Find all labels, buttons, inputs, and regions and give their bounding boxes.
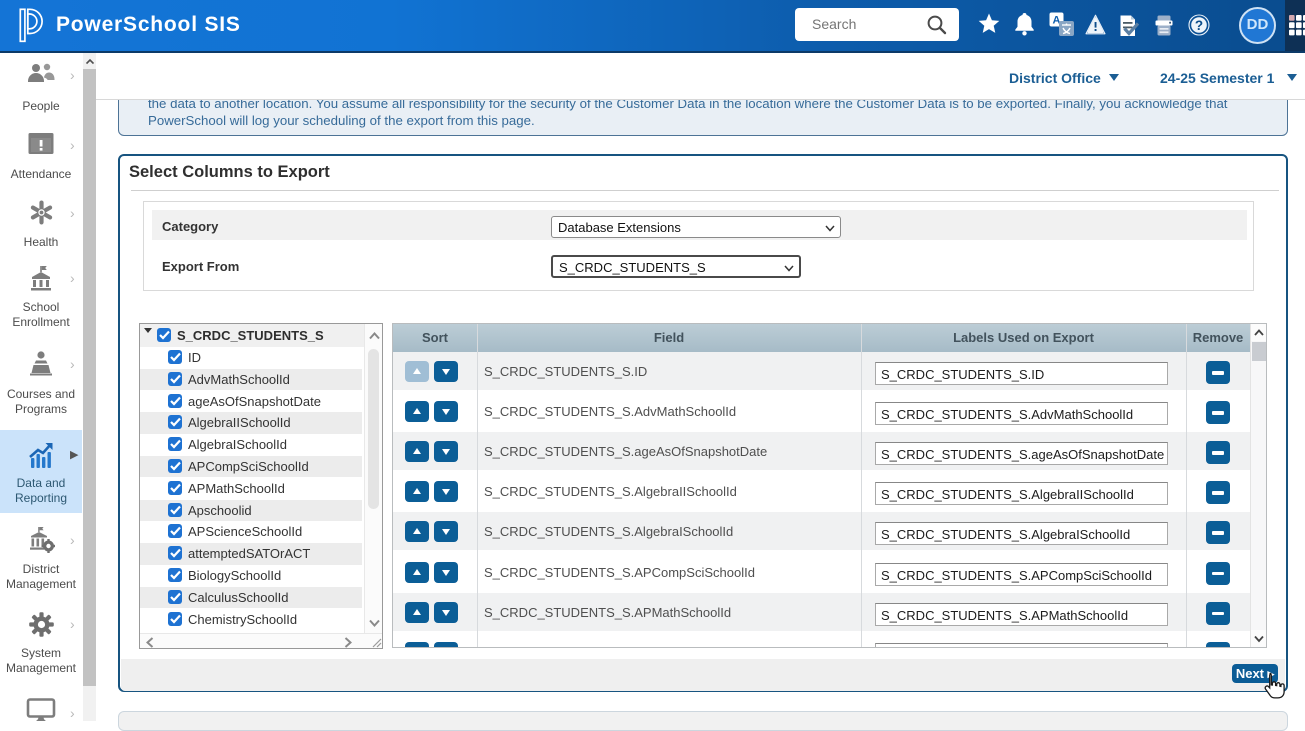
svg-text:?: ?: [1195, 18, 1203, 33]
